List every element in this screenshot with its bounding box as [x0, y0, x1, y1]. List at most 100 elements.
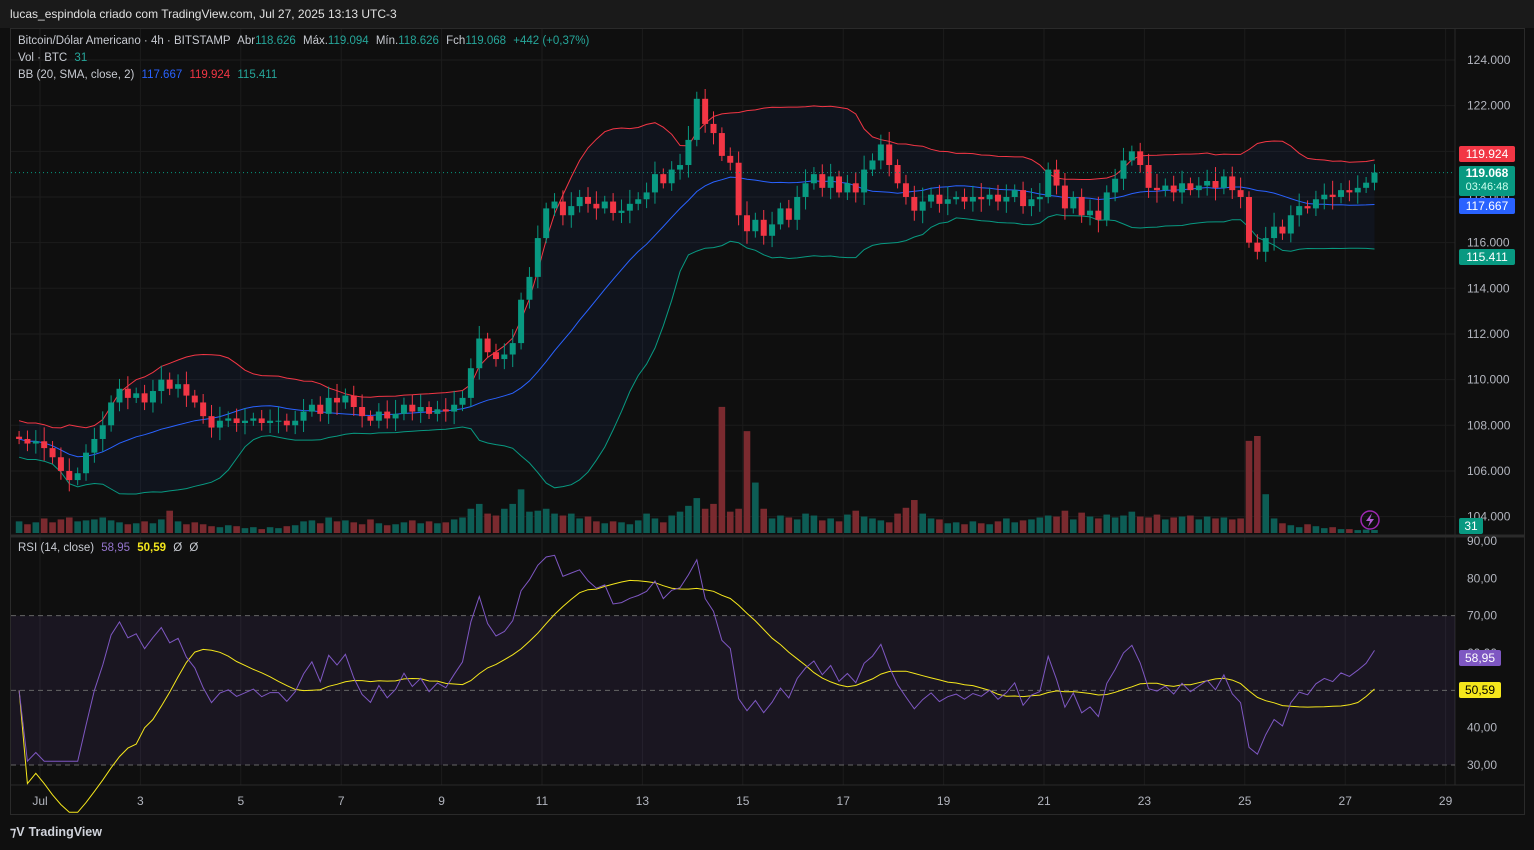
chart-canvas[interactable]: 124.000122.000120.000118.000116.000114.0…: [0, 0, 1534, 850]
volume-bar: [367, 519, 374, 533]
volume-bar: [99, 517, 107, 533]
bb-legend[interactable]: BB (20, SMA, close, 2) 117.667 119.924 1…: [18, 69, 281, 81]
candle-body: [400, 404, 407, 414]
candle-body: [492, 352, 499, 360]
candle-body: [124, 388, 131, 398]
volume-bar: [818, 520, 826, 533]
volume-bar: [91, 519, 98, 533]
volume-bar: [57, 519, 65, 533]
volume-bar: [459, 517, 466, 533]
candle-body: [568, 206, 575, 216]
candle-body: [24, 438, 31, 444]
candle-body: [986, 194, 993, 200]
candle-body: [1346, 190, 1353, 193]
candle-body: [810, 174, 817, 184]
lightning-icon[interactable]: [1360, 510, 1380, 530]
candle-body: [476, 338, 483, 369]
candle-body: [735, 162, 742, 216]
volume-bar: [1053, 516, 1060, 533]
candle-body: [819, 174, 826, 188]
rsi-tag: 58,95: [1459, 650, 1501, 666]
candle-body: [501, 354, 508, 360]
symbol-legend[interactable]: Bitcoin/Dólar Americano · 4h · BITSTAMP …: [18, 35, 593, 47]
candle-body: [693, 98, 700, 140]
candle-body: [1095, 210, 1102, 220]
volume-bar: [676, 511, 684, 533]
candle-body: [769, 224, 776, 236]
candle-body: [1229, 176, 1236, 191]
candle-body: [944, 199, 951, 204]
rsi-label: RSI (14, close): [18, 542, 95, 554]
candle-body: [1279, 226, 1286, 234]
close-value: 119.068: [465, 35, 507, 47]
candle-body: [241, 420, 248, 423]
volume-bar: [660, 522, 667, 533]
volume-bar: [300, 521, 307, 533]
volume-bar: [1178, 516, 1186, 533]
volume-bar: [475, 503, 483, 533]
volume-bar: [1362, 529, 1370, 533]
volume-bar: [275, 528, 282, 533]
time-tick-label: 29: [1439, 794, 1453, 808]
candle-body: [760, 219, 767, 236]
candle-body: [16, 436, 23, 439]
candle-body: [936, 194, 943, 204]
candle-body: [635, 199, 642, 204]
volume-bar: [1128, 511, 1136, 533]
candle-body: [1045, 169, 1052, 197]
candle-body: [1212, 180, 1219, 188]
volume-bar: [1145, 517, 1152, 533]
volume-bar: [1153, 514, 1161, 533]
candle-body: [49, 448, 56, 458]
volume-bar: [316, 523, 324, 533]
symbol-name[interactable]: Bitcoin/Dólar Americano · 4h · BITSTAMP: [18, 35, 231, 47]
rsi-legend[interactable]: RSI (14, close) 58,95 50,59 Ø Ø: [18, 542, 202, 554]
price-tick-label: 116.000: [1467, 236, 1510, 250]
volume-bar: [132, 523, 140, 533]
volume-legend[interactable]: Vol · BTC 31: [18, 52, 91, 64]
candle-body: [953, 196, 960, 200]
candle-body: [559, 201, 566, 216]
candle-body: [518, 299, 525, 344]
volume-bar: [1254, 436, 1261, 533]
volume-bar: [559, 515, 567, 533]
tradingview-logo[interactable]: ⁊V TradingView: [10, 824, 102, 839]
candle-body: [1254, 242, 1261, 252]
volume-bar: [383, 525, 391, 533]
candle-body: [534, 238, 541, 277]
candle: [693, 91, 700, 147]
volume-bar: [1320, 528, 1328, 533]
low-label: Mín.: [375, 35, 399, 47]
candle-body: [1087, 210, 1094, 216]
volume-bar: [250, 527, 257, 533]
volume-bar: [1078, 512, 1085, 533]
volume-bar: [626, 524, 634, 533]
candle-body: [250, 418, 257, 421]
candle-body: [267, 420, 274, 423]
volume-bar: [233, 526, 240, 533]
volume-bar: [584, 516, 592, 533]
candle-body: [802, 183, 809, 197]
candle-body: [32, 441, 39, 444]
volume-bar: [768, 518, 776, 533]
candle-body: [292, 420, 299, 426]
bar-countdown: 03:46:48: [1465, 181, 1509, 193]
candle-body: [928, 194, 935, 202]
volume-bar: [1086, 516, 1094, 533]
volume-bar: [442, 522, 450, 533]
volume-bar: [567, 513, 575, 533]
volume-bar: [191, 522, 199, 533]
volume-bar: [342, 520, 349, 533]
volume-bar: [994, 521, 1002, 533]
rsi-extra-2: Ø: [189, 542, 199, 554]
bb-upper-value: 119.924: [189, 69, 231, 81]
volume-bar: [65, 517, 73, 533]
candle-body: [1036, 196, 1043, 200]
price-tick-label: 108.000: [1467, 418, 1511, 432]
candle-body: [1220, 176, 1227, 188]
candle-body: [384, 411, 391, 419]
volume-bar: [701, 508, 709, 533]
candle-body: [367, 416, 374, 421]
volume-bar: [1120, 515, 1127, 533]
volume-bar: [852, 510, 860, 533]
